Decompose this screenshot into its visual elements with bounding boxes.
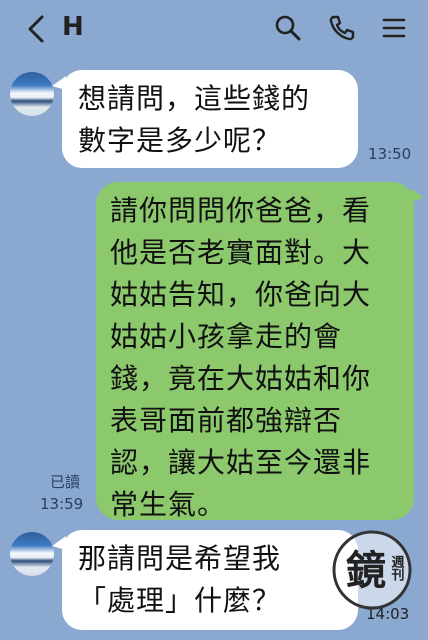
avatar[interactable] xyxy=(10,72,54,116)
message-line: 常生氣。 xyxy=(110,488,227,521)
menu-button[interactable] xyxy=(378,12,410,44)
incoming-message-bubble: 想請問，這些錢的 數字是多少呢？ xyxy=(52,70,358,168)
message-line: 姑姑小孩拿走的會 xyxy=(110,320,343,353)
message-line: 想請問，這些錢的 xyxy=(78,82,311,115)
phone-icon xyxy=(329,15,355,41)
message-line: 錢，竟在大姑姑和你 xyxy=(110,362,372,395)
watermark-main-char: 鏡 xyxy=(346,548,386,594)
back-button[interactable] xyxy=(22,12,50,46)
menu-icon xyxy=(382,18,406,38)
mirror-media-watermark-logo: 鏡 週刊 xyxy=(330,528,414,612)
message-line: 他是否老實面對。大 xyxy=(110,236,372,269)
chat-title: H xyxy=(62,12,84,42)
message-time: 13:50 xyxy=(368,145,412,163)
message-line: 數字是多少呢？ xyxy=(78,124,282,157)
avatar[interactable] xyxy=(10,532,54,576)
search-icon xyxy=(275,15,301,41)
message-line: 認，讓大姑至今還非 xyxy=(110,446,372,479)
chat-header: H xyxy=(0,0,428,58)
message-line: 請你問問你爸爸，看 xyxy=(110,194,372,227)
read-receipt: 已讀 xyxy=(50,473,81,491)
watermark-side-chars: 週刊 xyxy=(389,555,405,582)
outgoing-message-bubble: 請你問問你爸爸，看 他是否老實面對。大 姑姑告知，你爸向大 姑姑小孩拿走的會 錢… xyxy=(96,182,424,521)
incoming-message-bubble: 那請問是希望我 「處理」什麼？ xyxy=(52,530,358,630)
message-line: 姑姑告知，你爸向大 xyxy=(110,278,372,311)
chevron-left-icon xyxy=(28,15,44,43)
message-line: 「處理」什麼？ xyxy=(78,584,282,617)
message-line: 那請問是希望我 xyxy=(78,542,282,575)
message-line: 表哥面前都強辯否 xyxy=(110,404,343,437)
search-button[interactable] xyxy=(272,12,304,44)
call-button[interactable] xyxy=(326,12,358,44)
message-time: 13:59 xyxy=(40,495,84,513)
